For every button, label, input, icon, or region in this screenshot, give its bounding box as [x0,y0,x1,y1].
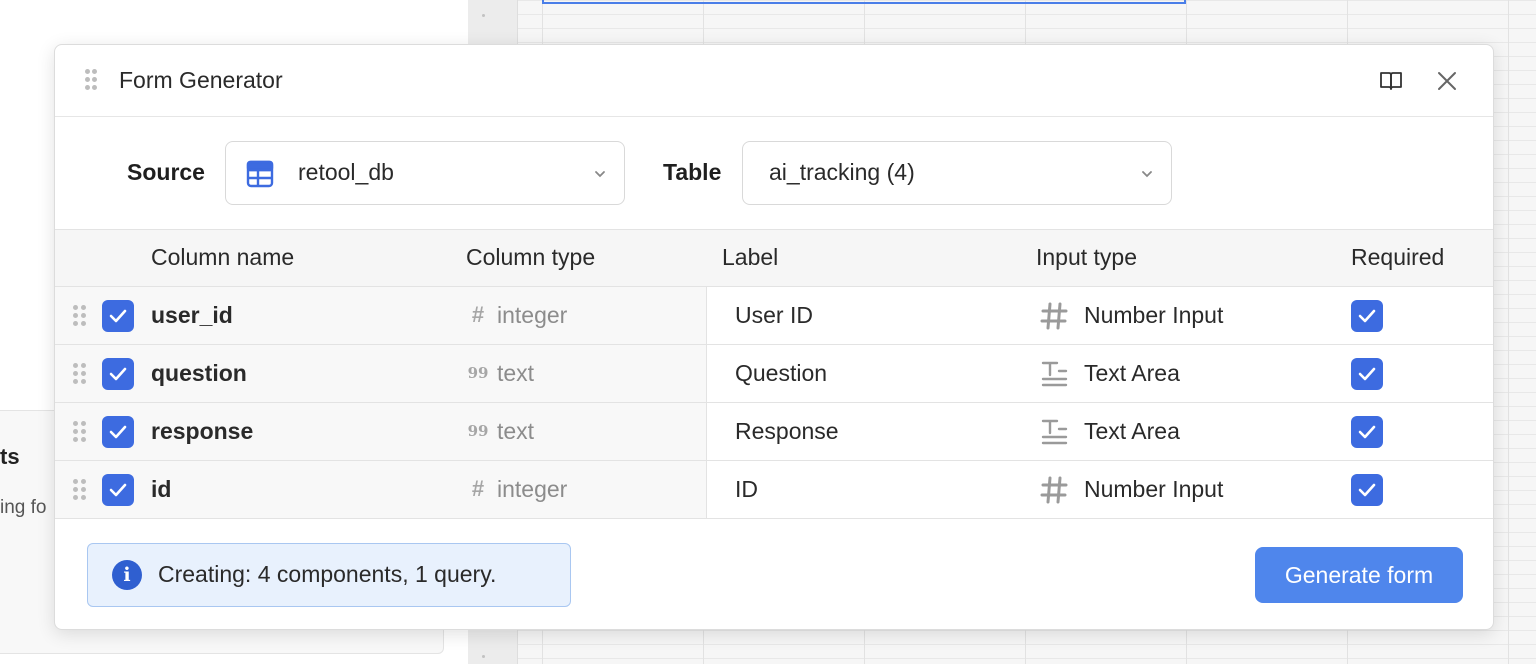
checkmark-icon [1358,367,1376,381]
checkmark-icon [1358,309,1376,323]
column-type: integer [497,476,568,502]
table-value: ai_tracking (4) [769,159,915,185]
checkmark-icon [1358,425,1376,439]
header-input-type: Input type [1036,244,1138,270]
table-grid-icon [246,160,274,188]
modal-header: Form Generator [55,45,1493,117]
drag-handle-icon[interactable] [73,479,86,501]
table-row: user_id # integer User ID Number Input [55,287,1493,345]
chevron-down-icon [1142,171,1152,178]
column-type: integer [497,302,568,328]
column-type: text [497,360,535,386]
info-icon: i [112,560,142,590]
background-card-subtitle: ing fo [0,497,47,518]
column-name: user_id [151,302,233,328]
required-checkbox[interactable] [1351,416,1383,448]
table-label: Table [663,159,722,185]
drag-handle-icon[interactable] [85,69,97,91]
label-field[interactable]: User ID [735,302,813,329]
input-type-icon [1039,359,1069,389]
input-type-select[interactable]: Number Input [1084,302,1223,329]
column-name: question [151,360,247,386]
form-generator-modal: Form Generator Source retool_db Table ai… [54,44,1494,630]
info-banner: i Creating: 4 components, 1 query. [87,543,571,607]
generate-form-button[interactable]: Generate form [1255,547,1463,603]
info-text: Creating: 4 components, 1 query. [158,561,497,587]
input-type-icon [1039,417,1069,447]
drag-handle-icon[interactable] [73,421,86,443]
column-name: id [151,476,172,502]
hash-icon [1040,302,1068,330]
source-select[interactable]: retool_db [225,141,625,205]
source-value: retool_db [298,159,394,185]
checkmark-icon [109,309,127,323]
checkmark-icon [109,425,127,439]
hash-icon [1040,476,1068,504]
columns-table-header: Column name Column type Label Input type… [55,229,1493,287]
label-field[interactable]: Response [735,418,839,445]
chevron-down-icon [595,171,605,178]
column-type-icon: # [471,476,485,501]
drag-handle-icon[interactable] [73,305,86,327]
text-area-icon [1041,419,1068,445]
modal-title: Form Generator [119,67,283,93]
drag-handle-icon[interactable] [73,363,86,385]
row-select-checkbox[interactable] [102,300,134,332]
table-row: question 99 text Question Text Area [55,345,1493,403]
header-required: Required [1351,244,1445,270]
header-label: Label [722,244,779,270]
background-card-title: ts [0,444,20,469]
required-checkbox[interactable] [1351,358,1383,390]
close-icon [1438,72,1456,90]
selected-component-outline[interactable] [542,0,1186,4]
column-type-icon: # [471,302,485,327]
input-type-select[interactable]: Text Area [1084,418,1180,445]
checkmark-icon [109,483,127,497]
column-name: response [151,418,254,444]
input-type-select[interactable]: Text Area [1084,360,1180,387]
required-checkbox[interactable] [1351,300,1383,332]
header-column-name: Column name [151,244,295,270]
input-type-icon [1039,475,1069,505]
text-area-icon [1041,361,1068,387]
close-button[interactable] [1431,65,1463,97]
row-select-checkbox[interactable] [102,358,134,390]
checkmark-icon [1358,483,1376,497]
column-type: text [497,418,535,444]
column-type-icon: 99 [467,364,489,382]
header-column-type: Column type [466,244,596,270]
row-select-checkbox[interactable] [102,416,134,448]
input-type-icon [1039,301,1069,331]
required-checkbox[interactable] [1351,474,1383,506]
checkmark-icon [109,367,127,381]
book-icon [1380,72,1402,90]
table-row: id # integer ID Number Input [55,461,1493,519]
table-select[interactable]: ai_tracking (4) [742,141,1172,205]
label-field[interactable]: ID [735,476,758,503]
table-row: response 99 text Response Text Area [55,403,1493,461]
source-label: Source [127,159,205,185]
label-field[interactable]: Question [735,360,827,387]
row-select-checkbox[interactable] [102,474,134,506]
docs-button[interactable] [1375,65,1407,97]
input-type-select[interactable]: Number Input [1084,476,1223,503]
column-type-icon: 99 [467,422,489,440]
